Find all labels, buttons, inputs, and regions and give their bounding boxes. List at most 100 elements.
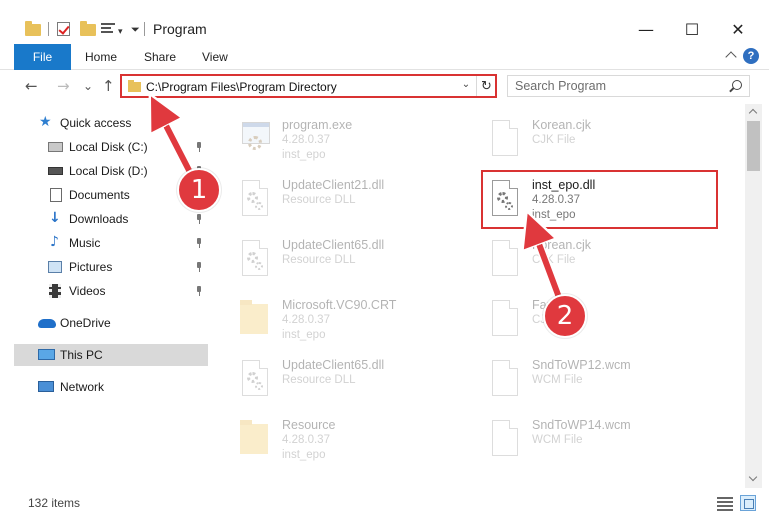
file-item-updateclient65[interactable]: UpdateClient65.dll Resource DLL	[222, 352, 462, 408]
file-name: SndToWP14.wcm	[532, 418, 631, 432]
file-item-inst-epo-dll[interactable]: inst_epo.dll 4.28.0.37 inst_epo	[472, 172, 712, 228]
forward-button[interactable]: →	[57, 77, 70, 95]
vertical-scrollbar[interactable]	[745, 104, 762, 488]
sidebar-item-network[interactable]: Network	[14, 376, 208, 398]
file-item-resource[interactable]: Resource 4.28.0.37 inst_epo	[222, 412, 462, 468]
refresh-button[interactable]: ↻	[476, 75, 496, 97]
file-item-farsi-cjk[interactable]: Farsi.cjk CJK File	[472, 292, 712, 348]
maximize-button[interactable]: ☐	[669, 14, 715, 44]
file-name: UpdateClient65.dll	[282, 238, 385, 252]
search-box[interactable]	[507, 75, 750, 97]
scroll-up-icon[interactable]	[748, 108, 758, 118]
blank-file-icon	[486, 418, 520, 460]
file-name: program.exe	[282, 118, 353, 132]
expand-ribbon-icon[interactable]	[725, 51, 737, 63]
folder-icon	[128, 80, 141, 92]
address-dropdown-icon[interactable]: ⌄	[459, 79, 473, 93]
sidebar-item-label: Local Disk (D:)	[69, 164, 148, 178]
dll-icon	[236, 358, 270, 400]
pin-icon[interactable]	[195, 286, 203, 296]
file-type: Resource DLL	[282, 374, 356, 386]
chevron-down-icon[interactable]: ▾	[118, 26, 123, 37]
file-name: Resource	[282, 418, 336, 432]
scroll-down-icon[interactable]	[748, 472, 758, 482]
file-description: inst_epo	[282, 329, 326, 341]
tab-view[interactable]: View	[202, 50, 228, 64]
blank-file-icon	[486, 298, 520, 340]
file-version: 4.28.0.37	[282, 314, 330, 326]
file-item-microsoft-vc90-crt[interactable]: Microsoft.VC90.CRT 4.28.0.37 inst_epo	[222, 292, 462, 348]
address-path[interactable]: C:\Program Files\Program Directory	[146, 80, 337, 94]
pictures-icon	[48, 261, 62, 273]
address-bar[interactable]: C:\Program Files\Program Directory ⌄ ↻	[120, 74, 496, 98]
sidebar-item-quick-access[interactable]: ★ Quick access	[14, 112, 208, 134]
file-list: program.exe 4.28.0.37 inst_epo UpdateCli…	[222, 104, 744, 488]
help-icon[interactable]: ?	[743, 48, 759, 64]
sidebar-item-music[interactable]: ♪ Music	[14, 232, 208, 254]
details-view-icon[interactable]	[717, 496, 733, 511]
file-version: 4.28.0.37	[282, 434, 330, 446]
download-icon: ↓	[49, 210, 61, 226]
sidebar-item-pictures[interactable]: Pictures	[14, 256, 208, 278]
file-item-updateclient21[interactable]: UpdateClient21.dll Resource DLL	[222, 172, 462, 228]
sidebar-item-downloads[interactable]: ↓ Downloads	[14, 208, 208, 230]
up-button[interactable]: ↑	[102, 77, 115, 95]
file-version: 4.28.0.37	[282, 134, 330, 146]
back-button[interactable]: ←	[25, 77, 38, 95]
file-name: inst_epo.dll	[532, 178, 596, 192]
file-item-sndtowp12[interactable]: SndToWP12.wcm WCM File	[472, 352, 712, 408]
minimize-button[interactable]: —	[623, 14, 669, 44]
step-badge-1: 1	[177, 168, 221, 212]
file-item-korean-cjk[interactable]: Korean.cjk CJK File	[472, 232, 712, 288]
tab-file[interactable]: File	[14, 44, 71, 70]
file-item-korean-cjk[interactable]: Korean.cjk CJK File	[472, 112, 712, 168]
pin-icon[interactable]	[195, 262, 203, 272]
recent-locations-button[interactable]: ⌄	[83, 79, 93, 93]
file-item-program-exe[interactable]: program.exe 4.28.0.37 inst_epo	[222, 112, 462, 168]
sidebar-item-videos[interactable]: Videos	[14, 280, 208, 302]
file-type: CJK File	[532, 134, 576, 146]
quick-access-dropdown-icon[interactable]: ⏷	[131, 24, 140, 37]
scroll-thumb[interactable]	[747, 121, 760, 171]
sidebar-item-local-disk-c[interactable]: Local Disk (C:)	[14, 136, 208, 158]
tab-share[interactable]: Share	[144, 50, 176, 64]
file-item-updateclient65[interactable]: UpdateClient65.dll Resource DLL	[222, 232, 462, 288]
music-icon: ♪	[50, 234, 59, 250]
sidebar-item-this-pc[interactable]: This PC	[14, 344, 208, 366]
file-item-sndtowp14[interactable]: SndToWP14.wcm WCM File	[472, 412, 712, 468]
search-input[interactable]	[515, 79, 725, 93]
file-description: inst_epo	[282, 149, 326, 161]
cloud-icon	[38, 319, 56, 328]
pin-icon[interactable]	[195, 238, 203, 248]
close-button[interactable]: ✕	[715, 14, 761, 44]
sidebar-item-label: Local Disk (C:)	[69, 140, 148, 154]
pin-icon[interactable]	[195, 214, 203, 224]
drive-icon	[48, 142, 63, 152]
file-name: Korean.cjk	[532, 238, 592, 252]
documents-icon	[50, 188, 62, 202]
sidebar-item-onedrive[interactable]: OneDrive	[14, 312, 208, 334]
file-name: Microsoft.VC90.CRT	[282, 298, 397, 312]
properties-check-icon[interactable]	[57, 22, 70, 36]
status-item-count: 132 items	[28, 496, 81, 510]
computer-icon	[38, 349, 55, 360]
tab-home[interactable]: Home	[85, 50, 117, 64]
step-badge-2: 2	[543, 294, 587, 338]
new-folder-icon[interactable]	[80, 21, 96, 36]
folder-file-icon	[236, 418, 270, 460]
sidebar-item-label: Music	[69, 236, 101, 250]
blank-file-icon	[486, 358, 520, 400]
window-title: Program	[153, 21, 207, 37]
file-type: Resource DLL	[282, 194, 356, 206]
dll-icon	[236, 178, 270, 220]
videos-icon	[49, 284, 61, 298]
search-icon[interactable]	[732, 80, 742, 90]
large-icons-view-icon[interactable]	[740, 495, 756, 511]
pin-icon[interactable]	[195, 142, 203, 152]
file-name: SndToWP12.wcm	[532, 358, 631, 372]
customize-toolbar-icon[interactable]	[101, 22, 115, 35]
file-description: inst_epo	[532, 209, 576, 221]
file-type: WCM File	[532, 434, 583, 446]
sidebar-item-label: OneDrive	[60, 316, 111, 330]
toolbar-divider	[48, 22, 49, 36]
